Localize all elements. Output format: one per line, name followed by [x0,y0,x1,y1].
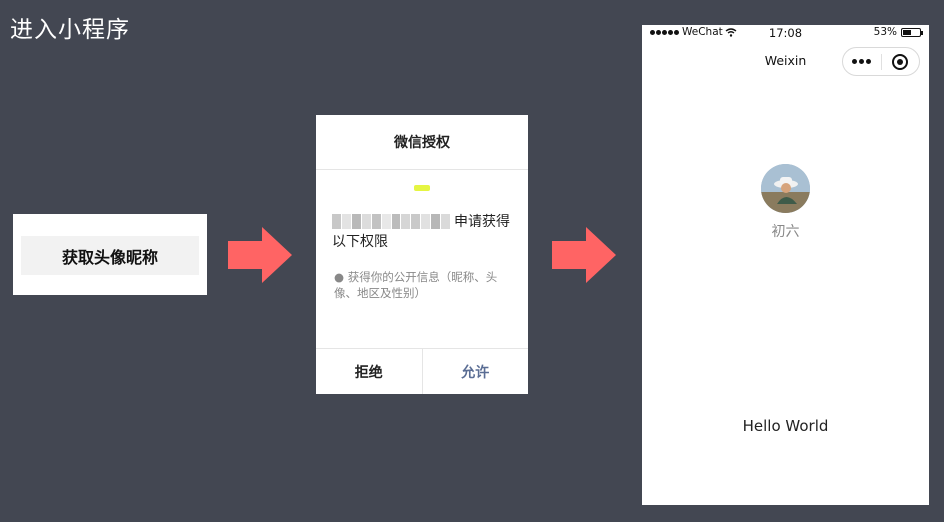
dialog-footer: 拒绝 允许 [316,348,528,394]
menu-capsule [842,47,920,76]
allow-button[interactable]: 允许 [423,349,529,394]
miniprogram-logo [414,185,430,191]
step1-panel: 获取头像昵称 [13,214,207,295]
battery-icon [901,27,923,37]
arrow-right-icon [552,227,616,283]
permission-request-text: 申请获得以下权限 [332,214,510,250]
slide-title: 进入小程序 [10,17,130,43]
permission-item: ● 获得你的公开信息（昵称、头像、地区及性别） [334,270,498,300]
dialog-title: 微信授权 [316,115,528,170]
deny-button[interactable]: 拒绝 [316,349,423,394]
avatar [761,164,810,213]
arrow-right-icon [228,227,292,283]
get-avatar-nickname-button[interactable]: 获取头像昵称 [21,236,199,275]
auth-dialog: 微信授权 申请获得以下权限 ● 获得你的公开信息（昵称、头像、地区及性别） 拒绝… [316,115,528,394]
hello-text: Hello World [742,417,829,435]
more-icon[interactable] [843,59,881,64]
status-bar: WeChat 17:08 53% [642,25,929,41]
user-nickname: 初六 [771,224,800,240]
close-miniprogram-icon[interactable] [881,53,919,70]
phone-screen: WeChat 17:08 53% Weixin 初六 Hello World [642,25,929,505]
battery-percent: 53% [873,26,897,38]
